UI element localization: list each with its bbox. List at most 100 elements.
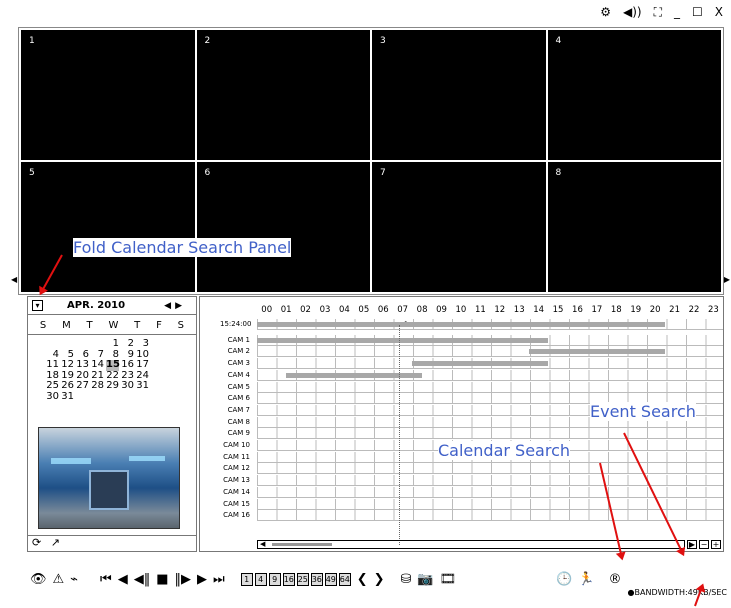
timeline-cells[interactable] bbox=[257, 510, 723, 522]
step-forward-icon[interactable]: ‖▶ bbox=[175, 572, 192, 587]
event-search-icon[interactable]: 🏃 bbox=[578, 572, 594, 587]
close-button[interactable]: X bbox=[715, 5, 723, 20]
timeline-cells[interactable] bbox=[257, 475, 723, 487]
fold-panel-button[interactable]: ▾ bbox=[32, 300, 43, 311]
timeline-cells[interactable] bbox=[257, 334, 723, 346]
calendar-day[interactable]: 1 bbox=[106, 338, 119, 350]
calendar-day[interactable]: 25 bbox=[46, 380, 59, 392]
camera-row[interactable]: CAM 4 bbox=[200, 369, 723, 381]
calendar-day[interactable]: 16 bbox=[121, 359, 134, 371]
calendar-day[interactable]: 27 bbox=[76, 380, 89, 392]
fullscreen-icon[interactable]: ⛶ bbox=[654, 5, 662, 20]
calendar-day[interactable]: 12 bbox=[61, 359, 74, 371]
redo-icon[interactable]: ↗ bbox=[51, 536, 60, 549]
timeline-rows[interactable]: 15:24:00 ◇ CAM 1 CAM 2 CAM 3 CAM 4 CAM 5 CAM 6 C… bbox=[200, 319, 723, 539]
timeline-cells[interactable] bbox=[257, 346, 723, 358]
layout-button[interactable]: 36 bbox=[310, 572, 323, 586]
scroll-left-icon[interactable]: ◀ bbox=[260, 540, 265, 548]
recording-bar[interactable] bbox=[286, 372, 423, 378]
live-view-icon[interactable]: 👁 bbox=[30, 572, 47, 587]
left-expand-icon[interactable]: ◀ bbox=[11, 275, 17, 284]
maximize-button[interactable]: ☐ bbox=[692, 5, 703, 20]
layout-button[interactable]: 16 bbox=[282, 572, 295, 586]
calendar-search-icon[interactable]: 🕒 bbox=[556, 572, 572, 587]
camera-tile[interactable]: 5 bbox=[21, 162, 195, 292]
settings-icon[interactable]: ⚙ bbox=[600, 5, 611, 20]
recording-bar[interactable] bbox=[257, 337, 549, 343]
zoom-out-button[interactable]: − bbox=[699, 540, 709, 549]
zoom-in-button[interactable]: + bbox=[711, 540, 721, 549]
recording-bar[interactable] bbox=[257, 322, 665, 327]
camera-tile[interactable]: 2 bbox=[196, 30, 370, 160]
camera-row[interactable]: CAM 16 bbox=[200, 510, 723, 522]
refresh-icon[interactable]: ⟳ bbox=[32, 536, 41, 549]
layout-button[interactable]: 4 bbox=[254, 572, 267, 586]
alarm-icon[interactable]: ⚠ bbox=[53, 572, 65, 587]
calendar-day[interactable]: 3 bbox=[136, 338, 149, 350]
timeline-cells[interactable] bbox=[257, 428, 723, 440]
minimize-button[interactable]: _ bbox=[674, 5, 680, 20]
stop-icon[interactable]: ■ bbox=[156, 572, 168, 587]
camera-label: CAM 1 bbox=[227, 335, 250, 344]
timeline-cells[interactable] bbox=[257, 498, 723, 510]
plug-icon[interactable]: ⌁ bbox=[70, 572, 78, 587]
camera-tile[interactable]: 7 bbox=[372, 162, 546, 292]
database-icon[interactable]: ⛁ bbox=[401, 572, 412, 587]
prev-page-icon[interactable]: ❮ bbox=[357, 572, 368, 587]
calendar-day[interactable]: 26 bbox=[61, 380, 74, 392]
scroll-right-button[interactable]: ▶ bbox=[687, 540, 697, 549]
camera-row[interactable]: CAM 1 bbox=[200, 334, 723, 346]
calendar-day[interactable]: 28 bbox=[91, 380, 104, 392]
layout-button[interactable]: 1 bbox=[240, 572, 253, 586]
timeline-cells[interactable] bbox=[257, 358, 723, 370]
layout-button[interactable]: 49 bbox=[324, 572, 337, 586]
right-expand-icon[interactable]: ▶ bbox=[724, 275, 730, 284]
calendar-day[interactable]: 2 bbox=[121, 338, 134, 350]
calendar-day[interactable]: 15 bbox=[106, 359, 120, 371]
camera-row[interactable]: CAM 15 bbox=[200, 498, 723, 510]
camera-row[interactable]: CAM 14 bbox=[200, 486, 723, 498]
recording-bar[interactable] bbox=[528, 349, 665, 355]
camera-tile[interactable]: 4 bbox=[547, 30, 721, 160]
calendar-day[interactable]: 29 bbox=[106, 380, 119, 392]
recording-bar[interactable] bbox=[412, 361, 549, 367]
time-row[interactable]: 15:24:00 ◇ bbox=[200, 319, 723, 330]
volume-icon[interactable]: ◀)) bbox=[623, 5, 642, 20]
camera-row[interactable]: CAM 9 bbox=[200, 428, 723, 440]
timeline-cells[interactable]: ◇ bbox=[257, 319, 723, 330]
calendar-day[interactable]: 14 bbox=[91, 359, 104, 371]
calendar-day[interactable]: 31 bbox=[61, 391, 74, 403]
camera-tile[interactable]: 6 bbox=[196, 162, 370, 292]
step-back-icon[interactable]: ◀‖ bbox=[134, 572, 151, 587]
scroll-thumb[interactable] bbox=[272, 543, 332, 546]
camera-tile[interactable]: 3 bbox=[372, 30, 546, 160]
rewind-icon[interactable]: ◀ bbox=[118, 572, 128, 587]
camera-row[interactable]: CAM 5 bbox=[200, 381, 723, 393]
calendar-day[interactable]: 31 bbox=[136, 380, 149, 392]
calendar-day[interactable]: 17 bbox=[136, 359, 149, 371]
month-nav[interactable]: ◀▶ bbox=[164, 301, 186, 311]
film-icon[interactable]: 🎞 bbox=[440, 572, 457, 587]
play-icon[interactable]: ▶ bbox=[197, 572, 207, 587]
skip-forward-icon[interactable]: ⏭ bbox=[213, 572, 225, 587]
layout-button[interactable]: 64 bbox=[338, 572, 351, 586]
camera-tile[interactable]: 1 bbox=[21, 30, 195, 160]
calendar-day[interactable]: 11 bbox=[46, 359, 59, 371]
camera-tile[interactable]: 8 bbox=[547, 162, 721, 292]
time-cursor[interactable] bbox=[399, 325, 400, 545]
calendar-day[interactable]: 30 bbox=[121, 380, 134, 392]
camera-row[interactable]: CAM 3 bbox=[200, 358, 723, 370]
layout-button[interactable]: 9 bbox=[268, 572, 281, 586]
snapshot-icon[interactable]: 📷 bbox=[417, 572, 433, 587]
timeline-cells[interactable] bbox=[257, 369, 723, 381]
calendar-day[interactable]: 30 bbox=[46, 391, 59, 403]
record-icon[interactable]: ® bbox=[609, 572, 622, 587]
skip-back-icon[interactable]: ⏮ bbox=[100, 572, 112, 587]
timeline-cells[interactable] bbox=[257, 463, 723, 475]
camera-row[interactable]: CAM 2 bbox=[200, 346, 723, 358]
next-page-icon[interactable]: ❯ bbox=[374, 572, 385, 587]
hour-label: 18 bbox=[610, 305, 622, 315]
timeline-cells[interactable] bbox=[257, 381, 723, 393]
layout-button[interactable]: 25 bbox=[296, 572, 309, 586]
calendar-day[interactable]: 13 bbox=[76, 359, 89, 371]
